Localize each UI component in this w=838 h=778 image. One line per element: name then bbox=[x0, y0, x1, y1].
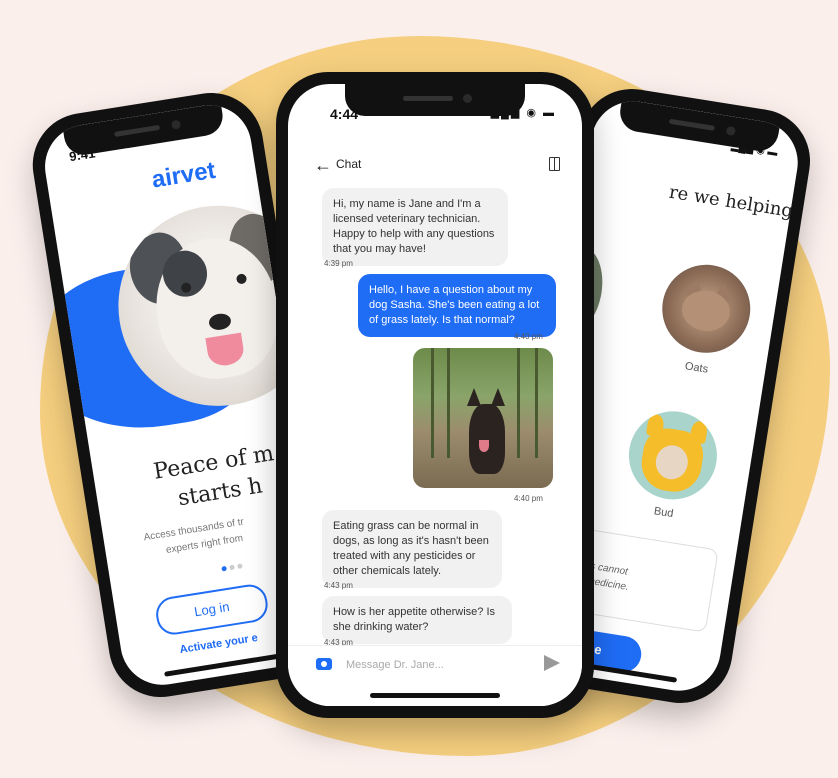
chat-title: Chat bbox=[336, 157, 362, 171]
message-bubble-vet: Eating grass can be normal in dogs, as l… bbox=[322, 510, 502, 588]
home-indicator bbox=[370, 693, 500, 698]
message-timestamp: 4:39 pm bbox=[324, 259, 353, 268]
dog-photo-attachment[interactable] bbox=[413, 348, 553, 488]
chat-screen: 4:44 ▂▄▆ ◉ ▬ ← Chat Hi, my name is Jane … bbox=[288, 84, 582, 706]
center-phone: 4:44 ▂▄▆ ◉ ▬ ← Chat Hi, my name is Jane … bbox=[276, 72, 594, 718]
notch bbox=[617, 99, 781, 154]
pet-bud-label: Bud bbox=[653, 505, 675, 521]
notch bbox=[62, 102, 226, 158]
page-indicator bbox=[220, 555, 247, 577]
pet-bud-avatar[interactable] bbox=[622, 405, 724, 506]
back-arrow-icon[interactable]: ← bbox=[314, 154, 332, 176]
message-bubble-vet: How is her appetite otherwise? Is she dr… bbox=[322, 596, 512, 644]
message-timestamp: 4:40 pm bbox=[514, 332, 543, 341]
login-button[interactable]: Log in bbox=[153, 582, 271, 638]
message-bubble-vet: Hi, my name is Jane and I'm a licensed v… bbox=[322, 188, 508, 266]
pet-oats-avatar[interactable] bbox=[655, 258, 757, 360]
camera-icon[interactable] bbox=[316, 658, 332, 670]
pet-oats-label: Oats bbox=[684, 360, 709, 376]
airvet-logo: airvet bbox=[149, 156, 218, 194]
message-bubble-user: Hello, I have a question about my dog Sa… bbox=[358, 274, 556, 337]
send-icon[interactable] bbox=[544, 655, 560, 671]
message-timestamp: 4:43 pm bbox=[324, 581, 353, 590]
notch bbox=[345, 84, 525, 116]
message-input[interactable] bbox=[344, 654, 538, 676]
message-composer bbox=[288, 645, 582, 706]
message-timestamp: 4:40 pm bbox=[514, 494, 543, 503]
activate-link[interactable]: Activate your e bbox=[179, 632, 259, 656]
chat-header: ← Chat bbox=[288, 154, 582, 178]
book-icon[interactable] bbox=[549, 157, 560, 171]
